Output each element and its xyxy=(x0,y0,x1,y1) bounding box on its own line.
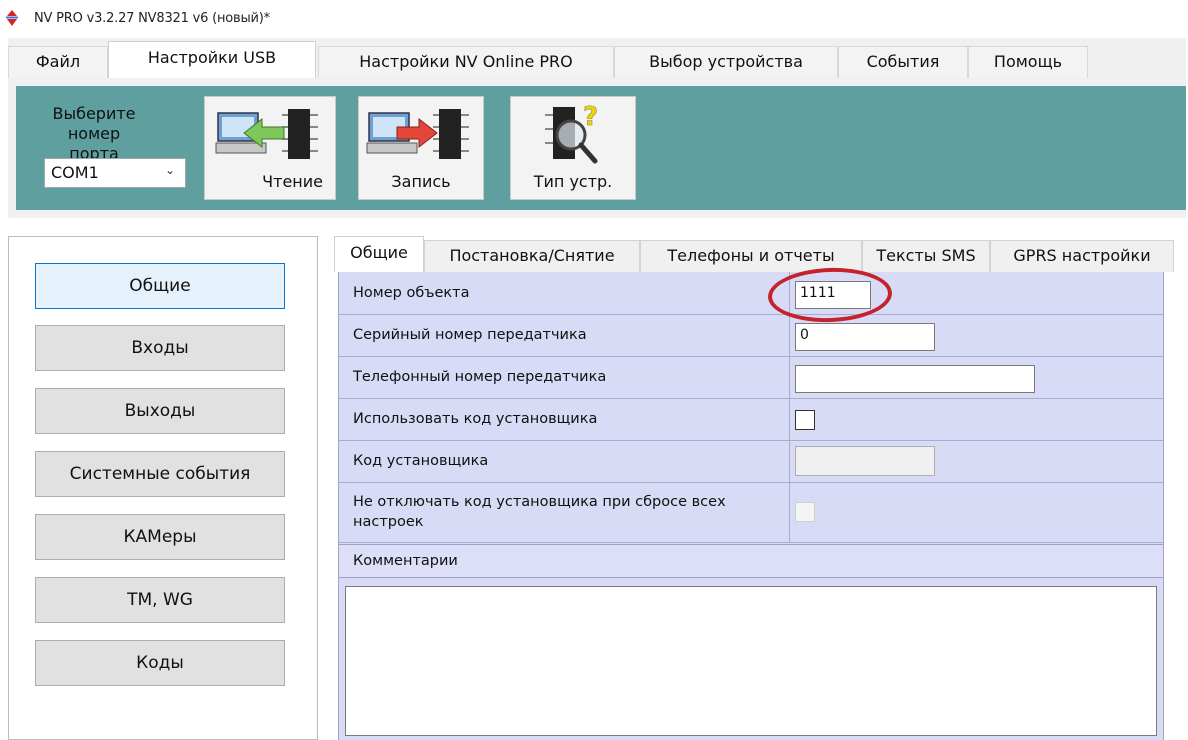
use-installer-code-checkbox[interactable] xyxy=(795,410,815,430)
row-phone-number: Телефонный номер передатчика xyxy=(339,356,1163,399)
sidebar: Общие Входы Выходы Системные события КАМ… xyxy=(8,236,318,740)
keep-installer-code-label: Не отключать код установщика при сбросе … xyxy=(353,494,726,530)
sidebar-item-tm-wg[interactable]: TM, WG xyxy=(35,577,285,623)
menu-tab-device-select[interactable]: Выбор устройства xyxy=(614,46,838,78)
tab-arm-disarm[interactable]: Постановка/Снятие xyxy=(424,240,640,272)
toolbar-panel: Выберите номер порта COM1 ⌄ Чтение Запис… xyxy=(16,86,1186,210)
toolbar: Выберите номер порта COM1 ⌄ Чтение Запис… xyxy=(8,78,1186,218)
phone-number-input[interactable] xyxy=(795,365,1035,393)
read-button[interactable]: Чтение xyxy=(204,96,336,200)
device-type-search-icon: ? xyxy=(545,103,598,164)
write-button-label: Запись xyxy=(391,172,451,191)
comments-label: Комментарии xyxy=(353,553,458,569)
row-object-number: Номер объекта 1111 xyxy=(339,272,1163,315)
device-type-button-label: Тип устр. xyxy=(533,172,613,191)
phone-number-label: Телефонный номер передатчика xyxy=(353,369,607,385)
window-title: NV PRO v3.2.27 NV8321 v6 (новый)* xyxy=(34,11,270,26)
row-keep-installer-code: Не отключать код установщика при сбросе … xyxy=(339,482,1163,543)
read-button-label: Чтение xyxy=(262,172,323,191)
column-divider xyxy=(789,398,790,440)
title-bar: NV PRO v3.2.27 NV8321 v6 (новый)* xyxy=(0,0,1188,34)
sidebar-item-inputs[interactable]: Входы xyxy=(35,325,285,371)
main-menu-tabs: Файл Настройки USB Настройки NV Online P… xyxy=(8,38,1186,79)
tab-gprs-settings[interactable]: GPRS настройки xyxy=(990,240,1174,272)
menu-tab-events[interactable]: События xyxy=(838,46,968,78)
tab-sms-texts[interactable]: Тексты SMS xyxy=(862,240,990,272)
column-divider xyxy=(789,482,790,542)
comments-header: Комментарии xyxy=(339,544,1163,578)
menu-tab-usb-settings[interactable]: Настройки USB xyxy=(108,41,316,79)
column-divider xyxy=(789,314,790,356)
device-type-button[interactable]: ? Тип устр. xyxy=(510,96,636,200)
port-select-value: COM1 xyxy=(51,163,99,182)
tab-general[interactable]: Общие xyxy=(334,236,424,272)
svg-text:?: ? xyxy=(583,103,598,132)
chevron-down-icon: ⌄ xyxy=(164,163,175,177)
keep-installer-code-checkbox[interactable] xyxy=(795,502,815,522)
serial-number-label: Серийный номер передатчика xyxy=(353,327,587,343)
write-device-icon xyxy=(366,109,469,159)
read-device-icon xyxy=(215,109,318,159)
app-icon xyxy=(6,10,18,26)
port-label: Выберите номер порта xyxy=(52,104,136,163)
comments-textarea[interactable] xyxy=(345,586,1157,736)
sidebar-item-outputs[interactable]: Выходы xyxy=(35,388,285,434)
sidebar-item-codes[interactable]: Коды xyxy=(35,640,285,686)
row-installer-code: Код установщика xyxy=(339,440,1163,483)
general-settings-panel: Номер объекта 1111 Серийный номер переда… xyxy=(338,272,1164,740)
installer-code-label: Код установщика xyxy=(353,453,489,469)
menu-tab-help[interactable]: Помощь xyxy=(968,46,1088,78)
write-button[interactable]: Запись xyxy=(358,96,484,200)
use-installer-code-label: Использовать код установщика xyxy=(353,411,598,427)
settings-tabs: Общие Постановка/Снятие Телефоны и отчет… xyxy=(330,236,1188,272)
column-divider xyxy=(789,356,790,398)
row-serial-number: Серийный номер передатчика 0 xyxy=(339,314,1163,357)
sidebar-item-cameras[interactable]: КАМеры xyxy=(35,514,285,560)
column-divider xyxy=(789,440,790,482)
object-number-label: Номер объекта xyxy=(353,285,470,301)
row-use-installer-code: Использовать код установщика xyxy=(339,398,1163,441)
installer-code-input[interactable] xyxy=(795,446,935,476)
sidebar-item-general[interactable]: Общие xyxy=(35,263,285,309)
port-select[interactable]: COM1 ⌄ xyxy=(44,158,186,188)
sidebar-item-system-events[interactable]: Системные события xyxy=(35,451,285,497)
serial-number-input[interactable]: 0 xyxy=(795,323,935,351)
menu-tab-nv-online-settings[interactable]: Настройки NV Online PRO xyxy=(318,46,614,78)
menu-tab-file[interactable]: Файл xyxy=(8,46,108,78)
